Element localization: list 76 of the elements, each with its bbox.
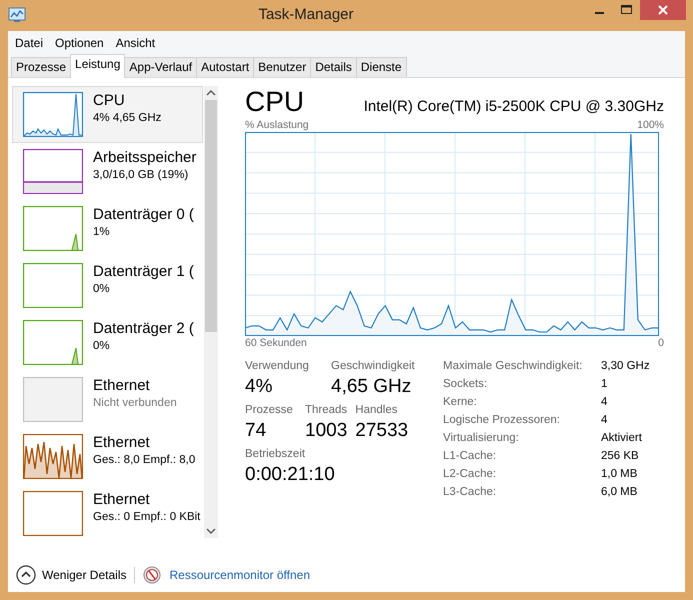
axis-label: % Auslastung xyxy=(245,118,309,132)
menu-item[interactable]: Ansicht xyxy=(110,36,160,50)
item-detail: 0% xyxy=(93,339,111,354)
item-name: Ethernet xyxy=(93,491,151,509)
stat-value: 74 xyxy=(245,419,268,443)
tab[interactable]: Autostart xyxy=(196,57,254,77)
stat-value: 1003 xyxy=(305,419,348,443)
sidebar-item[interactable]: Ethernet Nicht verbunden xyxy=(12,371,203,428)
resource-monitor-link[interactable]: Ressourcenmonitor öffnen xyxy=(169,568,310,582)
sidebar-item[interactable]: Arbeitsspeicher 3,0/16,0 GB (19%) xyxy=(12,143,203,200)
chevron-up-icon xyxy=(16,565,36,585)
item-name: Datenträger 0 ( xyxy=(93,206,194,224)
tab[interactable]: Benutzer xyxy=(253,57,312,77)
scrollbar[interactable] xyxy=(204,86,218,538)
processor-name: Intel(R) Core(TM) i5-2500K CPU @ 3.30GHz xyxy=(364,98,664,115)
item-detail: 1% xyxy=(93,225,111,240)
axis-label: 0 xyxy=(658,336,664,350)
item-name: Datenträger 2 ( xyxy=(93,320,194,338)
sidebar-item[interactable]: Ethernet Ges.: 8,0 Empf.: 8,0 xyxy=(12,428,203,485)
item-name: Ethernet xyxy=(93,377,151,395)
detail-value: 1,0 MB xyxy=(601,467,638,482)
detail-label: Sockets: xyxy=(443,377,488,392)
axis-label: 60 Sekunden xyxy=(245,336,307,350)
item-name: Ethernet xyxy=(93,434,151,452)
tab[interactable]: Prozesse xyxy=(11,57,72,77)
detail-label: Logische Prozessoren: xyxy=(443,413,561,428)
detail-label: L3-Cache: xyxy=(443,485,498,500)
menu-item[interactable]: Datei xyxy=(10,36,48,50)
stat-value: 0:00:21:10 xyxy=(245,463,335,487)
tab[interactable]: Leistung xyxy=(70,54,126,78)
collapse-button[interactable]: Weniger Details xyxy=(16,565,126,585)
window-title: Task-Manager xyxy=(257,5,355,23)
detail-value: Aktiviert xyxy=(601,431,643,446)
stat-label: Betriebszeit xyxy=(245,447,306,462)
sidebar-item[interactable]: Datenträger 0 ( 1% xyxy=(12,200,203,257)
sidebar-item[interactable]: Datenträger 1 ( 0% xyxy=(12,257,203,314)
detail-value: 6,0 MB xyxy=(601,485,638,500)
stat-label: Verwendung xyxy=(245,359,310,374)
item-detail: 3,0/16,0 GB (19%) xyxy=(93,168,190,183)
detail-value: 4 xyxy=(601,413,608,428)
item-detail: Ges.: 0 Empf.: 0 KBit xyxy=(93,510,200,525)
sidebar-item[interactable]: Ethernet Ges.: 0 Empf.: 0 KBit xyxy=(12,485,203,538)
detail-label: Virtualisierung: xyxy=(443,431,520,446)
close-button[interactable] xyxy=(640,0,686,20)
item-detail: Nicht verbunden xyxy=(93,396,177,411)
detail-label: L2-Cache: xyxy=(443,467,498,482)
tab[interactable]: App-Verlauf xyxy=(124,57,198,77)
tab[interactable]: Dienste xyxy=(356,57,407,77)
detail-value: 4 xyxy=(601,395,608,410)
stat-value: 27533 xyxy=(355,419,408,443)
stat-label: Handles xyxy=(355,403,398,418)
sidebar-item[interactable]: CPU 4% 4,65 GHz xyxy=(12,86,203,143)
sidebar-item[interactable]: Datenträger 2 ( 0% xyxy=(12,314,203,371)
detail-value: 256 KB xyxy=(601,449,640,464)
scroll-thumb[interactable] xyxy=(205,100,217,332)
detail-value: 3,30 GHz xyxy=(601,359,650,374)
item-detail: Ges.: 8,0 Empf.: 8,0 xyxy=(93,453,196,468)
detail-label: Maximale Geschwindigkeit: xyxy=(443,359,584,374)
stat-value: 4,65 GHz xyxy=(331,375,412,399)
detail-label: Kerne: xyxy=(443,395,478,410)
panel-title: CPU xyxy=(245,86,304,118)
item-detail: 0% xyxy=(93,282,111,297)
axis-label: 100% xyxy=(637,118,664,132)
detail-value: 1 xyxy=(601,377,608,392)
detail-label: L1-Cache: xyxy=(443,449,498,464)
stat-label: Threads xyxy=(305,403,348,418)
stat-label: Prozesse xyxy=(245,403,294,418)
tab[interactable]: Details xyxy=(310,57,357,77)
app-icon xyxy=(8,7,26,23)
stat-value: 4% xyxy=(245,375,274,399)
stat-label: Geschwindigkeit xyxy=(331,359,415,374)
item-name: Datenträger 1 ( xyxy=(93,263,194,281)
menu-item[interactable]: Optionen xyxy=(50,36,109,50)
item-name: CPU xyxy=(93,92,126,110)
item-detail: 4% 4,65 GHz xyxy=(93,111,162,126)
item-name: Arbeitsspeicher xyxy=(93,149,196,167)
